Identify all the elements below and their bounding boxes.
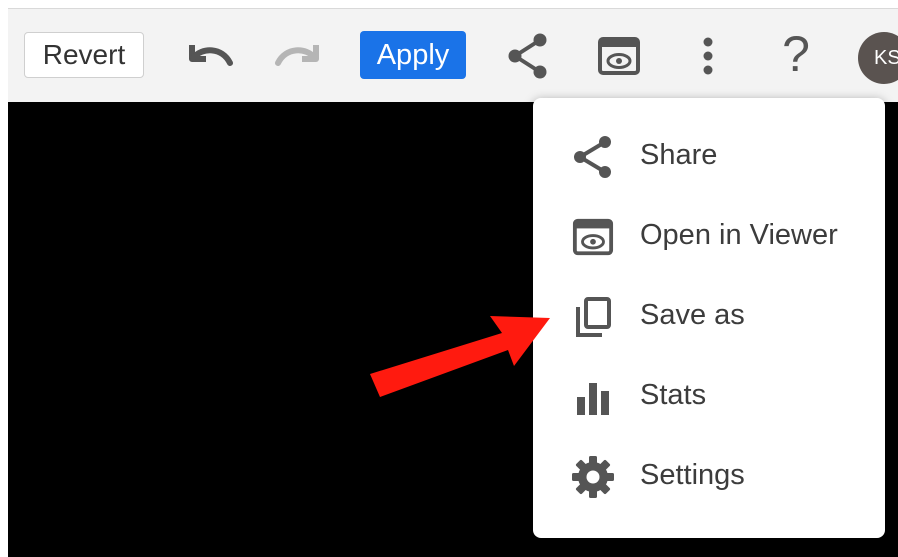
gear-icon bbox=[572, 456, 614, 498]
menu-item-share[interactable]: Share bbox=[533, 115, 885, 195]
menu-item-label: Settings bbox=[640, 459, 745, 491]
overflow-menu: Share Open in Viewer Save as Stats Setti… bbox=[533, 98, 885, 538]
copy-icon bbox=[576, 297, 611, 337]
apply-button[interactable]: Apply bbox=[360, 31, 466, 79]
menu-item-stats[interactable]: Stats bbox=[533, 355, 885, 435]
menu-item-label: Share bbox=[640, 139, 718, 171]
more-options-button[interactable] bbox=[690, 30, 726, 82]
more-vert-icon bbox=[703, 37, 713, 75]
bar-chart-icon bbox=[577, 383, 609, 415]
screenshot-frame: Revert Apply ? KS Share Open in Viewer S… bbox=[0, 0, 898, 557]
menu-item-settings[interactable]: Settings bbox=[533, 435, 885, 515]
help-icon: ? bbox=[782, 26, 810, 82]
red-arrow-annotation bbox=[370, 316, 550, 397]
open-in-viewer-icon bbox=[572, 218, 614, 256]
menu-item-save-as[interactable]: Save as bbox=[533, 275, 885, 355]
menu-item-label: Save as bbox=[640, 299, 745, 331]
revert-button[interactable]: Revert bbox=[24, 32, 144, 78]
help-button[interactable]: ? bbox=[770, 26, 822, 82]
menu-item-label: Stats bbox=[640, 379, 707, 411]
open-in-viewer-button[interactable] bbox=[592, 30, 646, 82]
menu-item-open-in-viewer[interactable]: Open in Viewer bbox=[533, 195, 885, 275]
redo-button[interactable] bbox=[268, 34, 328, 78]
open-in-viewer-icon bbox=[598, 37, 640, 75]
undo-button[interactable] bbox=[180, 34, 240, 78]
menu-item-label: Open in Viewer bbox=[640, 219, 838, 251]
redo-icon bbox=[275, 45, 319, 66]
share-icon bbox=[508, 33, 547, 79]
share-button[interactable] bbox=[504, 30, 552, 82]
share-icon bbox=[574, 136, 611, 178]
undo-icon bbox=[189, 45, 233, 66]
